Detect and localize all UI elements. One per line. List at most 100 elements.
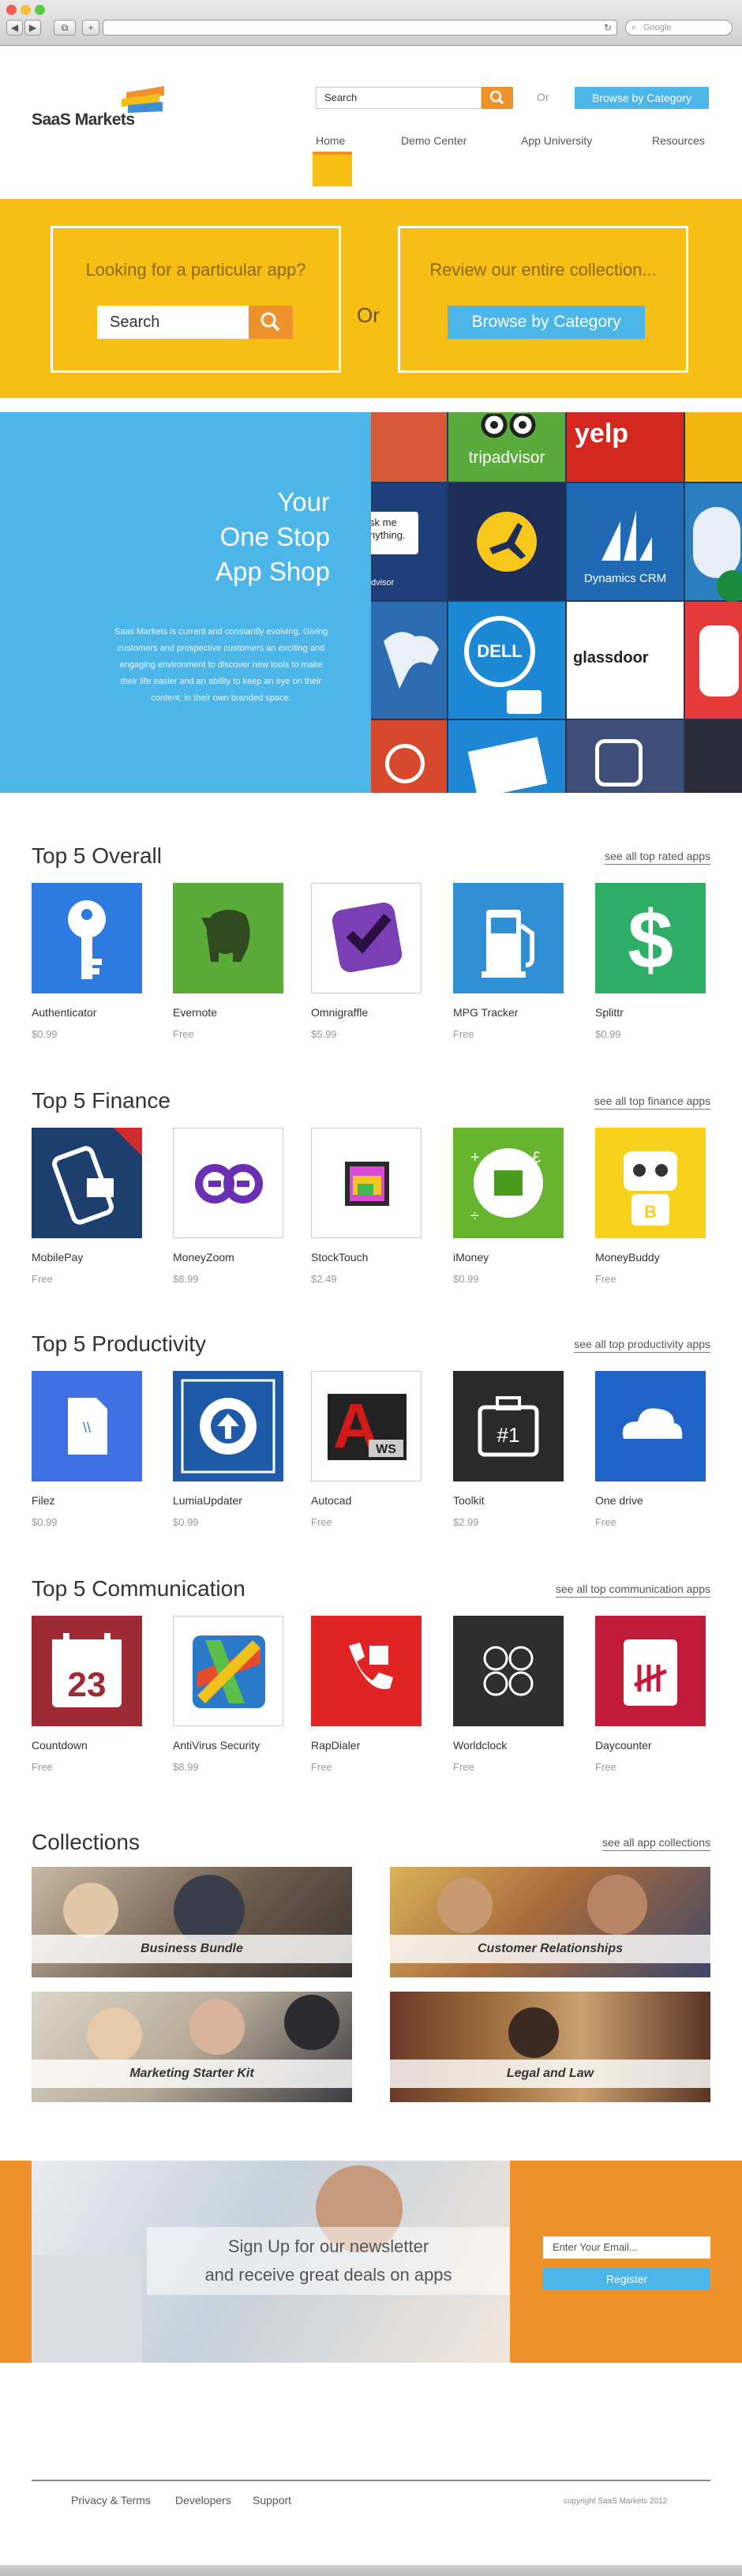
see-all-link[interactable]: see all top communication apps: [555, 1583, 710, 1598]
app-tile[interactable]: [32, 883, 142, 993]
robot-icon: B: [595, 1151, 706, 1241]
mosaic-tile: [371, 720, 447, 793]
app-name[interactable]: One drive: [595, 1494, 643, 1507]
app-name[interactable]: MPG Tracker: [453, 1006, 518, 1019]
back-button[interactable]: ◀: [6, 20, 23, 36]
app-name[interactable]: Filez: [32, 1494, 55, 1507]
see-all-collections-link[interactable]: see all app collections: [602, 1836, 710, 1851]
hero-search-input[interactable]: Search: [97, 306, 249, 339]
close-window-icon[interactable]: [6, 5, 17, 15]
app-tile[interactable]: [311, 1128, 422, 1238]
see-all-link[interactable]: see all top finance apps: [594, 1095, 710, 1110]
section-title: Top 5 Finance: [32, 1088, 171, 1113]
footer-link-privacy[interactable]: Privacy & Terms: [71, 2494, 151, 2507]
app-tile[interactable]: + £ ÷: [453, 1128, 564, 1238]
app-tile[interactable]: A WS: [311, 1371, 422, 1481]
app-name[interactable]: Autocad: [311, 1494, 351, 1507]
app-name[interactable]: MoneyZoom: [173, 1251, 234, 1264]
minimize-window-icon[interactable]: [21, 5, 31, 15]
footer-link-support[interactable]: Support: [253, 2494, 291, 2507]
app-tile[interactable]: B: [595, 1128, 706, 1238]
app-mosaic: tripadvisor yelp sk me nything. dvisor D…: [371, 412, 742, 793]
app-name[interactable]: Countdown: [32, 1739, 88, 1752]
register-button[interactable]: Register: [543, 2268, 710, 2290]
collection-label: Customer Relationships: [390, 1935, 710, 1963]
app-name[interactable]: RapDialer: [311, 1739, 360, 1752]
app-price: Free: [595, 1761, 616, 1773]
app-name[interactable]: Toolkit: [453, 1494, 485, 1507]
banner-title-line: One Stop: [219, 522, 330, 551]
header-search-input[interactable]: Search: [316, 87, 482, 109]
app-tile[interactable]: [595, 1616, 706, 1726]
tripadvisor-logo: tripadvisor: [468, 449, 545, 467]
app-price: Free: [311, 1516, 332, 1528]
forward-button[interactable]: ▶: [24, 20, 41, 36]
reload-icon[interactable]: ↻: [604, 22, 612, 33]
newsletter-email-input[interactable]: Enter Your Email...: [543, 2236, 710, 2259]
app-price: $0.99: [173, 1516, 199, 1528]
hero-or-label: Or: [357, 303, 380, 327]
header-search-button[interactable]: [482, 87, 513, 109]
app-tile[interactable]: [173, 1616, 283, 1726]
app-tile[interactable]: [311, 883, 422, 993]
section-title: Top 5 Communication: [32, 1576, 245, 1601]
app-tile[interactable]: #1: [453, 1371, 564, 1481]
hero-search-button[interactable]: [249, 306, 293, 339]
svg-text:23: 23: [68, 1665, 107, 1704]
maximize-window-icon[interactable]: [35, 5, 45, 15]
app-name[interactable]: MobilePay: [32, 1251, 83, 1264]
collection-card-legal-and-law[interactable]: Legal and Law: [390, 1992, 710, 2102]
app-tile[interactable]: [311, 1616, 422, 1726]
app-tile[interactable]: [173, 1128, 283, 1238]
collection-card-business-bundle[interactable]: Business Bundle: [32, 1867, 352, 1977]
app-price: Free: [173, 1028, 194, 1040]
app-name[interactable]: iMoney: [453, 1251, 489, 1264]
new-tab-button[interactable]: +: [82, 20, 99, 36]
app-tile[interactable]: $: [595, 883, 706, 993]
browser-search-input[interactable]: ⌕ Google: [625, 20, 733, 36]
app-name[interactable]: LumiaUpdater: [173, 1494, 242, 1507]
app-price: Free: [32, 1761, 53, 1773]
collection-card-marketing-starter-kit[interactable]: Marketing Starter Kit: [32, 1992, 352, 2102]
app-name[interactable]: Omnigraffle: [311, 1006, 368, 1019]
browser-search-placeholder: Google: [643, 23, 672, 32]
app-tile[interactable]: [32, 1128, 142, 1238]
photo-person: [437, 1878, 493, 1933]
bookmarks-button[interactable]: ⧉: [54, 20, 76, 36]
app-tile[interactable]: [453, 1616, 564, 1726]
hero-search-box: Looking for a particular app? Search: [51, 226, 341, 373]
app-tile[interactable]: [453, 883, 564, 993]
address-bar[interactable]: ↻: [103, 20, 617, 36]
hero-browse-button[interactable]: Browse by Category: [448, 306, 645, 339]
nav-item-home[interactable]: Home: [316, 134, 345, 147]
app-name[interactable]: Daycounter: [595, 1739, 652, 1752]
app-name[interactable]: Splittr: [595, 1006, 624, 1019]
mosaic-tile-expedia: [448, 483, 565, 600]
app-tile[interactable]: [173, 1371, 283, 1481]
app-name[interactable]: Worldclock: [453, 1739, 507, 1752]
app-tile[interactable]: [595, 1371, 706, 1481]
camera-icon: [595, 739, 643, 787]
app-name[interactable]: Evernote: [173, 1006, 217, 1019]
app-name[interactable]: AntiVirus Security: [173, 1739, 260, 1752]
collection-card-customer-relationships[interactable]: Customer Relationships: [390, 1867, 710, 1977]
nav-item-app-university[interactable]: App University: [521, 134, 592, 147]
mosaic-tile: [685, 602, 742, 719]
app-name[interactable]: Authenticator: [32, 1006, 97, 1019]
nav-item-resources[interactable]: Resources: [652, 134, 705, 147]
app-tile[interactable]: 23: [32, 1616, 142, 1726]
mosaic-tile-dynamics: Dynamics CRM: [567, 483, 684, 600]
photo-person: [587, 1875, 647, 1935]
app-price: $2.49: [311, 1273, 337, 1285]
app-tile[interactable]: [173, 883, 283, 993]
nav-item-demo-center[interactable]: Demo Center: [401, 134, 467, 147]
app-name[interactable]: MoneyBuddy: [595, 1251, 660, 1264]
footer-link-developers[interactable]: Developers: [175, 2494, 231, 2507]
see-all-link[interactable]: see all top rated apps: [605, 850, 710, 865]
app-tile[interactable]: \\: [32, 1371, 142, 1481]
site-logo[interactable]: SaaS Markets: [32, 111, 135, 130]
app-name[interactable]: StockTouch: [311, 1251, 368, 1264]
header-browse-button[interactable]: Browse by Category: [575, 87, 709, 109]
see-all-link[interactable]: see all top productivity apps: [574, 1338, 710, 1353]
calendar-icon: 23: [32, 1633, 142, 1729]
